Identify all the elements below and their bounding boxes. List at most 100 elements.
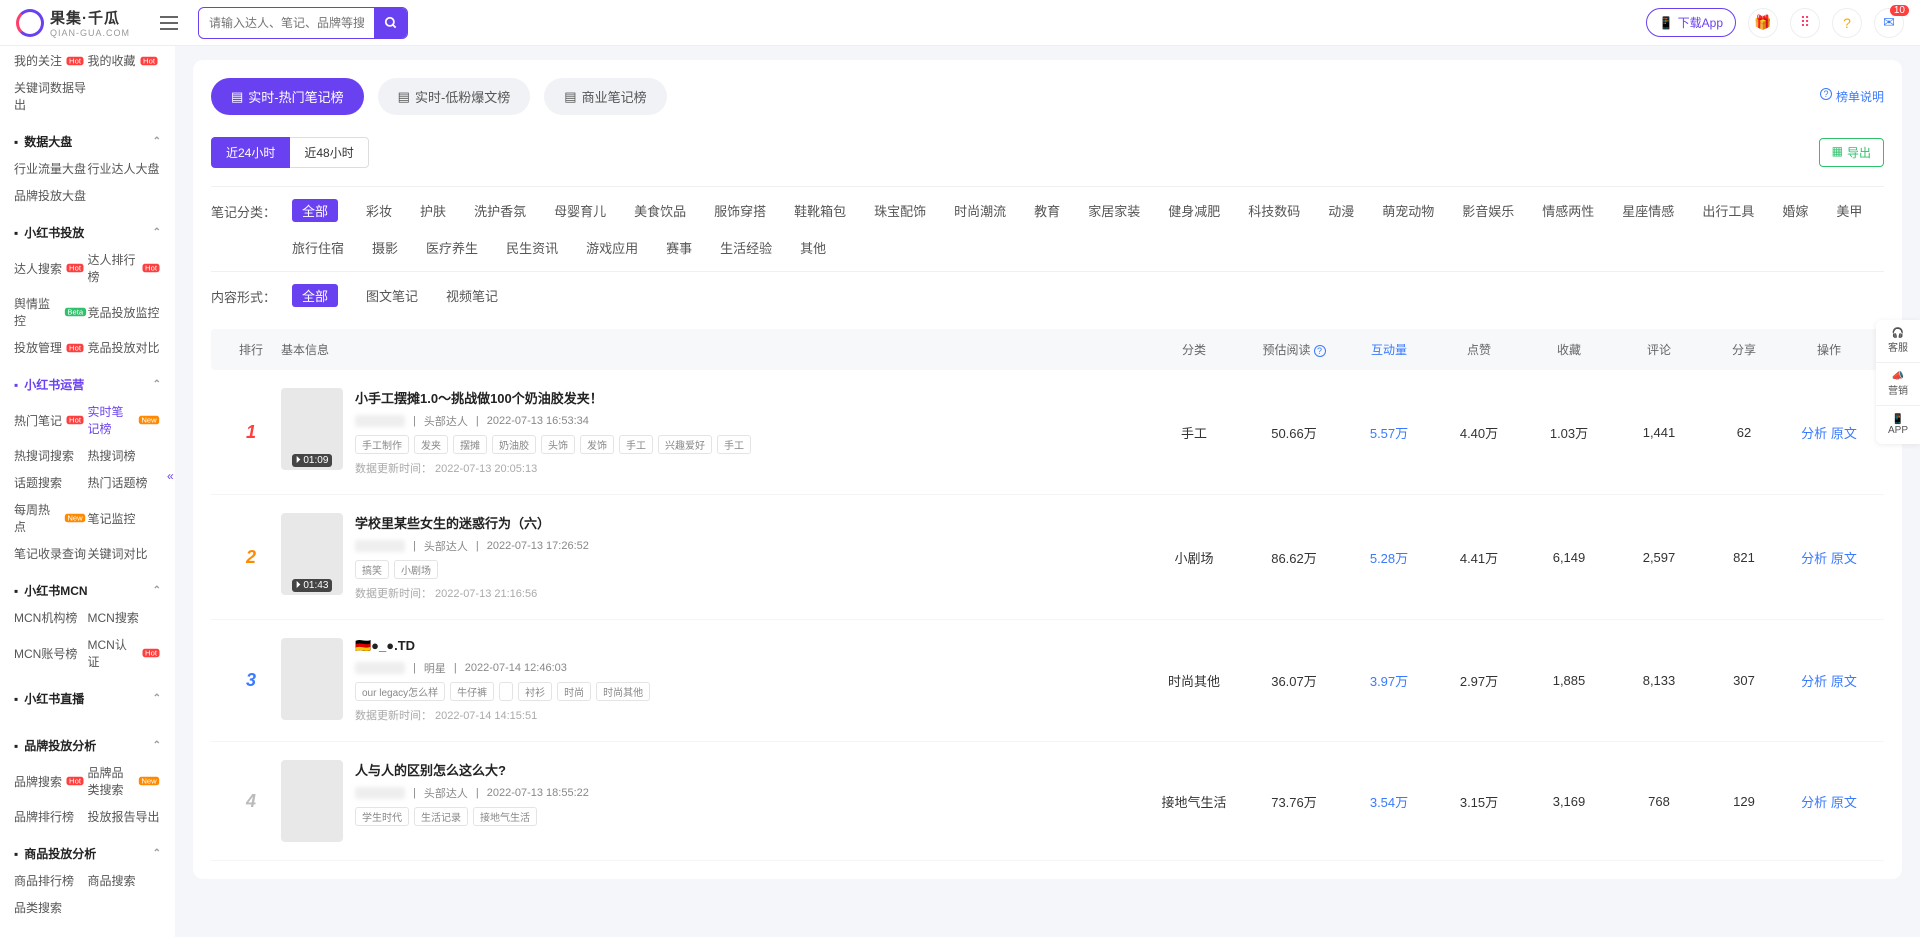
- sidebar-link[interactable]: 达人搜索Hot: [14, 251, 88, 285]
- filter-option[interactable]: 美食饮品: [634, 199, 686, 222]
- sidebar-link[interactable]: 品类搜索: [14, 899, 88, 916]
- filter-option[interactable]: 时尚潮流: [954, 199, 1006, 222]
- sidebar-section-title[interactable]: ▪小红书运营⌃: [14, 366, 161, 403]
- filter-option[interactable]: 赛事: [666, 236, 692, 259]
- note-tag[interactable]: 衬衫: [518, 682, 552, 701]
- note-tag[interactable]: 手工: [619, 435, 653, 454]
- filter-option[interactable]: 图文笔记: [366, 284, 418, 307]
- help-icon[interactable]: ?: [1832, 8, 1862, 38]
- sidebar-link[interactable]: MCN机构榜: [14, 609, 88, 626]
- message-icon[interactable]: ✉10: [1874, 8, 1904, 38]
- note-thumbnail[interactable]: [281, 638, 343, 720]
- filter-option[interactable]: 其他: [800, 236, 826, 259]
- time-range-button[interactable]: 近48小时: [290, 137, 368, 168]
- note-tag[interactable]: 接地气生活: [473, 807, 537, 826]
- sidebar-section-title[interactable]: ▪品牌投放分析⌃: [14, 727, 161, 764]
- note-thumbnail[interactable]: ⏵ 01:43: [281, 513, 343, 595]
- sidebar-link[interactable]: 商品排行榜: [14, 872, 88, 889]
- logo[interactable]: 果集·千瓜 QIAN-GUA.COM: [16, 7, 130, 38]
- sidebar-section-title[interactable]: ▪小红书MCN⌃: [14, 572, 161, 609]
- filter-option[interactable]: 美甲: [1836, 199, 1862, 222]
- filter-option[interactable]: 婚嫁: [1782, 199, 1808, 222]
- filter-option[interactable]: 情感两性: [1542, 199, 1594, 222]
- filter-option[interactable]: 洗护香氛: [474, 199, 526, 222]
- filter-option[interactable]: 鞋靴箱包: [794, 199, 846, 222]
- filter-option[interactable]: 旅行住宿: [292, 236, 344, 259]
- sidebar-link[interactable]: 热门话题榜: [88, 474, 162, 491]
- sidebar-link[interactable]: 热搜词搜索: [14, 447, 88, 464]
- tab-pill[interactable]: ▤实时-低粉爆文榜: [378, 78, 531, 115]
- sidebar-section-title[interactable]: ▪数据大盘⌃: [14, 123, 161, 160]
- note-tag[interactable]: 手工: [717, 435, 751, 454]
- analyze-link[interactable]: 分析: [1801, 674, 1827, 689]
- note-title[interactable]: 学校里某些女生的迷惑行为（六）: [355, 513, 1144, 532]
- note-tag[interactable]: 学生时代: [355, 807, 409, 826]
- note-thumbnail[interactable]: [281, 760, 343, 842]
- export-button[interactable]: ▦导出: [1819, 138, 1884, 167]
- filter-option[interactable]: 医疗养生: [426, 236, 478, 259]
- filter-option[interactable]: 生活经验: [720, 236, 772, 259]
- filter-option[interactable]: 动漫: [1328, 199, 1354, 222]
- gift-icon[interactable]: 🎁: [1748, 8, 1778, 38]
- note-tag[interactable]: 时尚其他: [596, 682, 650, 701]
- rank-help-link[interactable]: ?榜单说明: [1817, 88, 1884, 105]
- note-tag[interactable]: 摆摊: [453, 435, 487, 454]
- filter-option[interactable]: 健身减肥: [1168, 199, 1220, 222]
- note-tag[interactable]: 生活记录: [414, 807, 468, 826]
- analyze-link[interactable]: 分析: [1801, 426, 1827, 441]
- filter-option[interactable]: 影音娱乐: [1462, 199, 1514, 222]
- filter-option[interactable]: 珠宝配饰: [874, 199, 926, 222]
- sidebar-top-link[interactable]: 我的关注Hot: [14, 52, 88, 69]
- sidebar-link[interactable]: 热门笔记Hot: [14, 403, 88, 437]
- sidebar-link[interactable]: 热搜词榜: [88, 447, 162, 464]
- search-button[interactable]: [374, 8, 407, 38]
- sidebar-link[interactable]: MCN账号榜: [14, 636, 88, 670]
- sidebar-link[interactable]: 达人排行榜Hot: [88, 251, 162, 285]
- source-link[interactable]: 原文: [1831, 426, 1857, 441]
- note-title[interactable]: 人与人的区别怎么这么大?: [355, 760, 1144, 779]
- time-range-button[interactable]: 近24小时: [211, 137, 290, 168]
- source-link[interactable]: 原文: [1831, 674, 1857, 689]
- note-tag[interactable]: 发饰: [580, 435, 614, 454]
- filter-option[interactable]: 服饰穿搭: [714, 199, 766, 222]
- cell-interaction[interactable]: 3.54万: [1344, 792, 1434, 811]
- filter-option[interactable]: 教育: [1034, 199, 1060, 222]
- sidebar-top-link[interactable]: 我的收藏Hot: [88, 52, 162, 69]
- note-tag[interactable]: 发夹: [414, 435, 448, 454]
- menu-toggle-icon[interactable]: [160, 16, 178, 30]
- sidebar-link[interactable]: MCN认证Hot: [88, 636, 162, 670]
- cell-interaction[interactable]: 3.97万: [1344, 671, 1434, 690]
- filter-option[interactable]: 摄影: [372, 236, 398, 259]
- filter-option[interactable]: 护肤: [420, 199, 446, 222]
- sidebar-link[interactable]: MCN搜索: [88, 609, 162, 626]
- filter-option[interactable]: 星座情感: [1622, 199, 1674, 222]
- note-tag[interactable]: 牛仔裤: [450, 682, 494, 701]
- note-tag[interactable]: 头饰: [541, 435, 575, 454]
- sidebar-link[interactable]: 每周热点New: [14, 501, 88, 535]
- sidebar-link[interactable]: 笔记收录查询: [14, 545, 88, 562]
- filter-option[interactable]: 萌宠动物: [1382, 199, 1434, 222]
- note-tag[interactable]: our legacy怎么样: [355, 682, 445, 701]
- apps-icon[interactable]: ⠿: [1790, 8, 1820, 38]
- sidebar-top-link[interactable]: 关键词数据导出: [14, 79, 88, 113]
- sidebar-link[interactable]: 品牌排行榜: [14, 808, 88, 825]
- sidebar-link[interactable]: 品牌品类搜索New: [88, 764, 162, 798]
- note-title[interactable]: 🇩🇪●_●.TD: [355, 638, 1144, 654]
- sidebar-link[interactable]: 行业流量大盘: [14, 160, 88, 177]
- sidebar-link[interactable]: 品牌搜索Hot: [14, 764, 88, 798]
- filter-option[interactable]: 游戏应用: [586, 236, 638, 259]
- cell-interaction[interactable]: 5.28万: [1344, 548, 1434, 567]
- sidebar-link[interactable]: 行业达人大盘: [88, 160, 162, 177]
- tab-pill[interactable]: ▤商业笔记榜: [544, 78, 666, 115]
- note-tag[interactable]: 兴趣爱好: [658, 435, 712, 454]
- sidebar-link[interactable]: 话题搜索: [14, 474, 88, 491]
- sidebar-link[interactable]: 投放报告导出: [88, 808, 162, 825]
- sidebar-link[interactable]: 商品搜索: [88, 872, 162, 889]
- tab-pill[interactable]: ▤实时-热门笔记榜: [211, 78, 364, 115]
- sidebar-section-title[interactable]: ▪小红书直播⌃: [14, 680, 161, 717]
- sidebar-link[interactable]: 品牌投放大盘: [14, 187, 88, 204]
- download-app-button[interactable]: 📱下载App: [1646, 8, 1736, 37]
- note-tag[interactable]: 时尚: [557, 682, 591, 701]
- note-tag[interactable]: 手工制作: [355, 435, 409, 454]
- note-tag[interactable]: [499, 682, 513, 701]
